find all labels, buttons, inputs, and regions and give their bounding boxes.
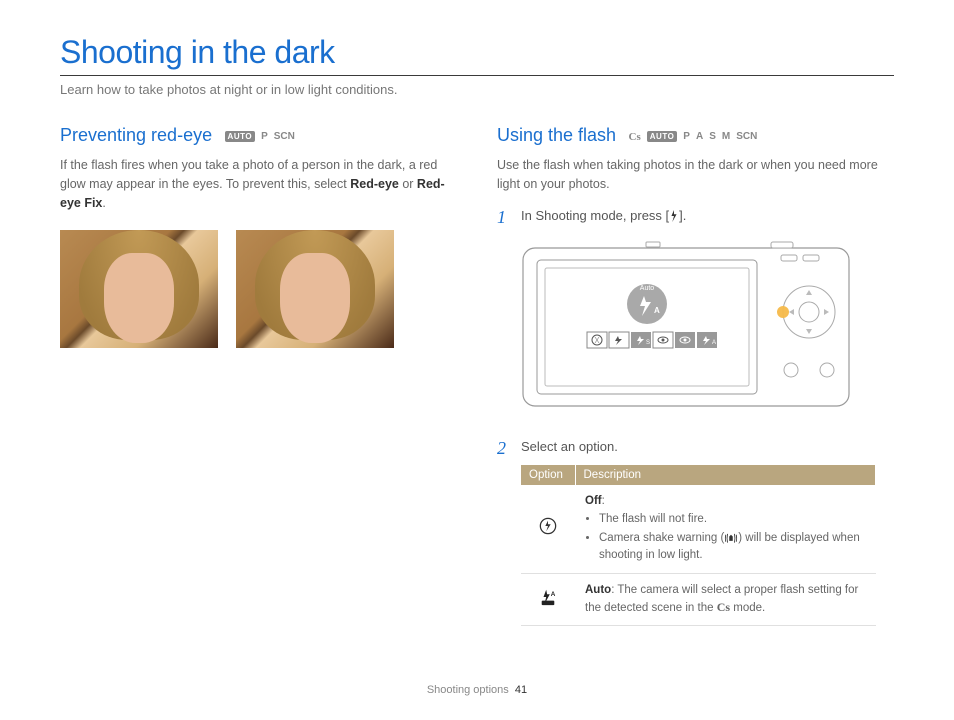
- using-flash-heading: Using the flash: [497, 125, 616, 146]
- mode-auto-icon: AUTO: [225, 131, 256, 142]
- svg-text:A: A: [551, 591, 556, 598]
- step-2-text: Select an option.: [521, 439, 618, 456]
- camera-back-diagram: Auto A S A: [521, 240, 851, 410]
- page-title: Shooting in the dark: [60, 34, 894, 76]
- footer-page-number: 41: [515, 684, 527, 696]
- redeye-body-text: If the flash fires when you take a photo…: [60, 156, 457, 212]
- svg-text:A: A: [654, 306, 660, 315]
- step-1-number: 1: [497, 208, 511, 226]
- mode-a-icon: A: [696, 131, 703, 142]
- th-option: Option: [521, 465, 575, 485]
- footer-section: Shooting options: [427, 684, 509, 696]
- step-1-text: In Shooting mode, press [].: [521, 208, 686, 225]
- preventing-redeye-heading: Preventing red-eye: [60, 125, 212, 146]
- table-row: A Auto: The camera will select a proper …: [521, 574, 876, 625]
- mode-p-icon: P: [683, 131, 690, 142]
- table-row: Off: The flash will not fire. Camera sha…: [521, 485, 876, 574]
- flash-options-table: Option Description Off: The flash will n…: [521, 465, 876, 626]
- camera-shake-icon: [724, 533, 738, 544]
- mode-scn-icon: SCN: [736, 131, 757, 142]
- mode-p-icon: P: [261, 131, 268, 142]
- step-2: 2 Select an option.: [497, 439, 894, 457]
- example-photo-row: [60, 230, 457, 348]
- step-2-number: 2: [497, 439, 511, 457]
- flash-icon: [669, 210, 679, 222]
- mode-auto-icon: AUTO: [647, 131, 678, 142]
- mode-m-icon: M: [722, 131, 730, 142]
- svg-text:A: A: [712, 340, 716, 346]
- left-column: Preventing red-eye AUTO P SCN If the fla…: [60, 125, 457, 626]
- mode-cs-icon: Cs: [629, 131, 641, 143]
- mode-s-icon: S: [709, 131, 716, 142]
- th-description: Description: [575, 465, 876, 485]
- page-footer: Shooting options 41: [0, 684, 954, 696]
- example-photo-redeye: [60, 230, 218, 348]
- flash-body-text: Use the flash when taking photos in the …: [497, 156, 894, 194]
- off-bullet-2: Camera shake warning () will be displaye…: [599, 530, 866, 563]
- mode-cs-icon: Cs: [717, 600, 730, 614]
- step-1: 1 In Shooting mode, press [].: [497, 208, 894, 226]
- mode-scn-icon: SCN: [274, 131, 295, 142]
- flash-off-icon: [539, 517, 557, 535]
- svg-text:S: S: [646, 340, 650, 346]
- right-column: Using the flash Cs AUTO P A S M SCN Use …: [497, 125, 894, 626]
- mode-tags-right: Cs AUTO P A S M SCN: [629, 131, 758, 143]
- flash-auto-smart-icon: A: [539, 588, 557, 606]
- off-bullet-1: The flash will not fire.: [599, 511, 866, 528]
- example-photo-fixed: [236, 230, 394, 348]
- page-subtitle: Learn how to take photos at night or in …: [60, 82, 894, 97]
- mode-tags-left: AUTO P SCN: [225, 131, 295, 142]
- diagram-auto-label: Auto: [640, 285, 655, 292]
